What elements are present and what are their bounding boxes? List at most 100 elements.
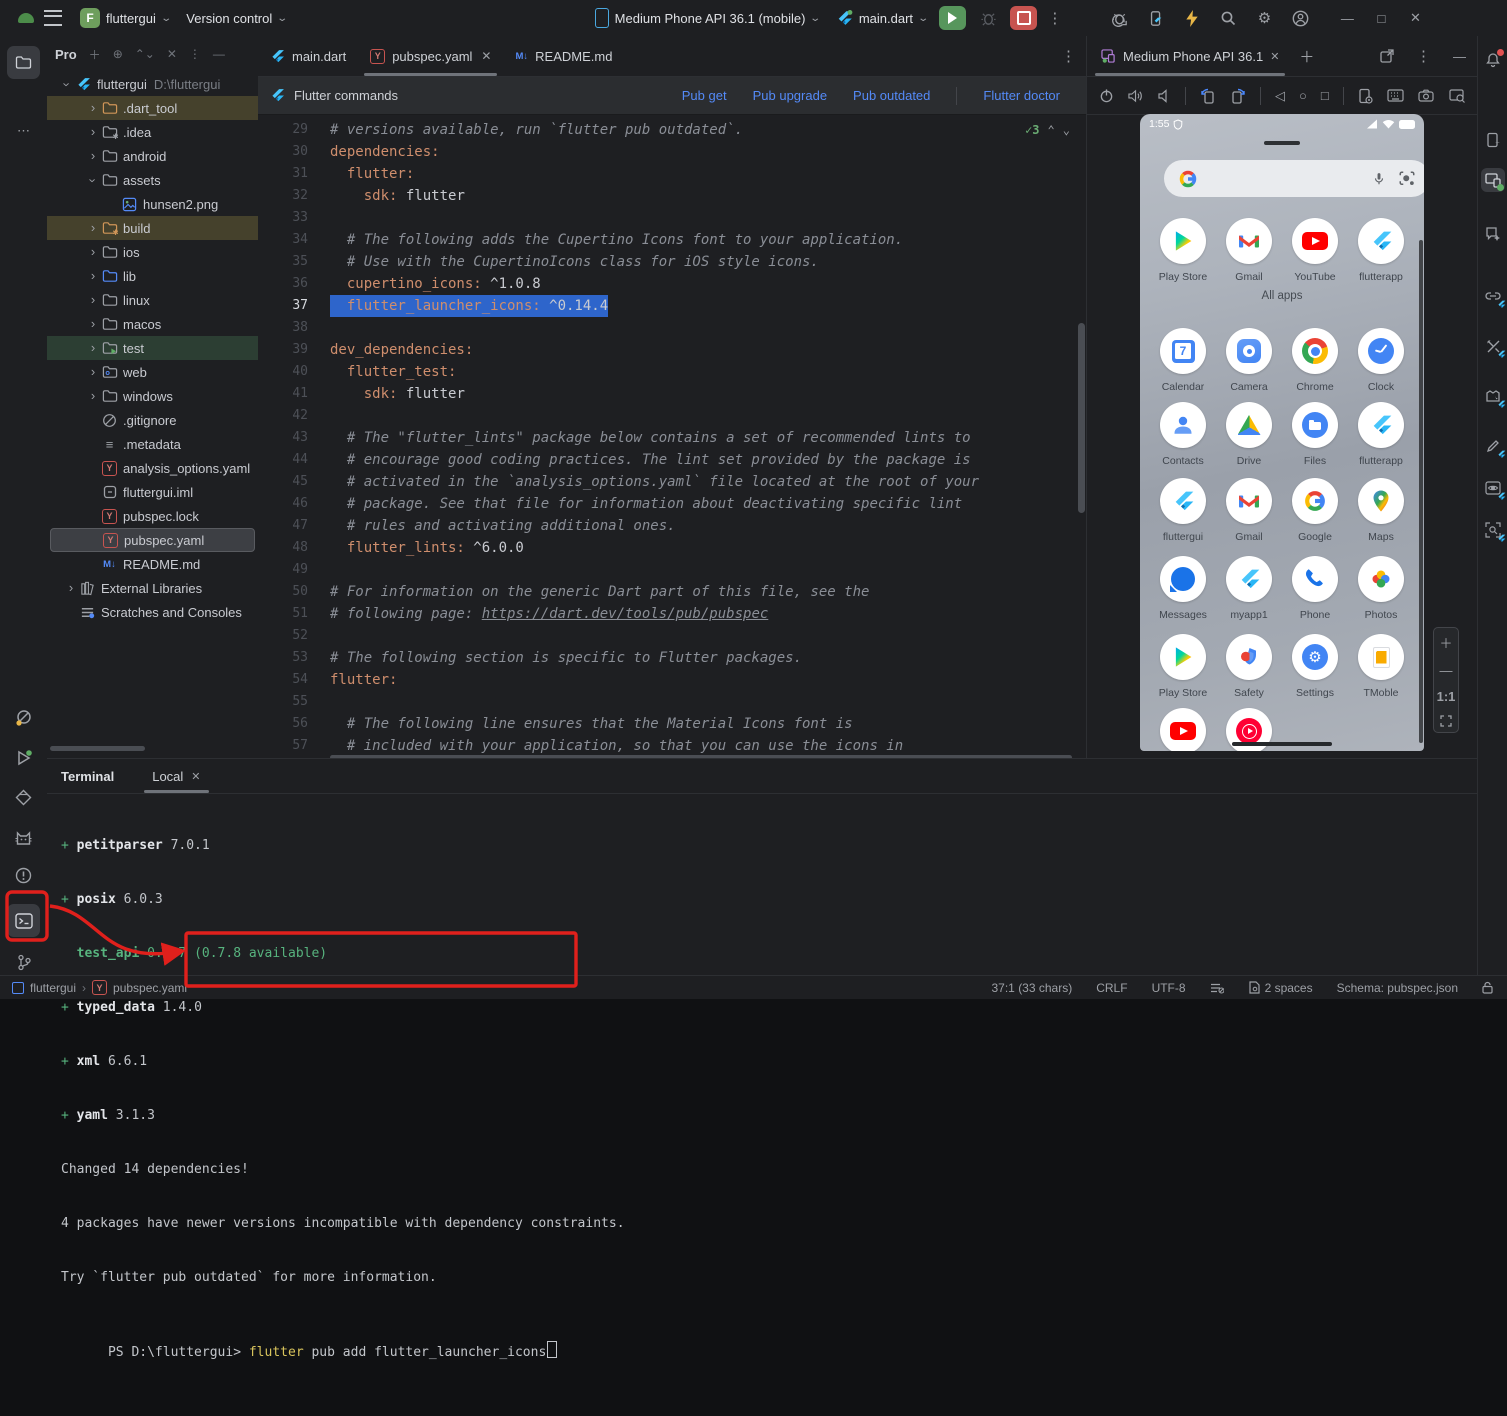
run-button[interactable] [939,6,967,30]
google-search-bar[interactable] [1164,160,1424,197]
tree-hscrollbar[interactable] [50,746,145,751]
code-line[interactable]: 34 # The following adds the Cupertino Ic… [258,229,1086,251]
code-line[interactable]: 47 # rules and activating additional one… [258,515,1086,537]
overview-icon[interactable]: □ [1321,88,1329,103]
code-line[interactable]: 55 [258,691,1086,713]
device-selector[interactable]: Medium Phone API 36.1 (mobile) ⌄ [594,8,822,28]
close-tab-icon[interactable]: ✕ [1270,50,1279,63]
code-line[interactable]: 32 sdk: flutter [258,185,1086,207]
open-in-window-icon[interactable] [1380,49,1394,63]
panel-options-icon[interactable]: ⋮ [1416,47,1431,65]
pub-get-link[interactable]: Pub get [682,88,727,103]
code-line[interactable]: 31 flutter: [258,163,1086,185]
screenshot-camera-icon[interactable] [1418,89,1434,102]
code-line[interactable]: 33 [258,207,1086,229]
app-contacts[interactable]: Contacts [1150,402,1216,467]
device-tab[interactable]: Medium Phone API 36.1 ✕ [1095,36,1286,76]
run-tool-icon[interactable] [7,741,40,774]
search-icon[interactable] [1214,6,1242,30]
lock-icon[interactable] [1482,981,1493,994]
emulator-screen[interactable]: 1:55 Play Store Gmail YouTube flutterapp… [1140,114,1424,751]
back-icon[interactable]: ◁ [1275,88,1285,104]
window-close-button[interactable]: ✕ [1398,4,1432,32]
app-myapp1[interactable]: myapp1 [1216,556,1282,621]
prev-problem-icon[interactable]: ⌃ [1048,123,1055,137]
code-line[interactable]: 54 flutter: [258,669,1086,691]
device-flutter-icon[interactable] [1142,6,1170,30]
schema-widget[interactable]: Schema: pubspec.json [1337,981,1458,995]
app-safety[interactable]: Safety [1216,634,1282,699]
app-flutterapp[interactable]: flutterapp [1348,402,1414,467]
tree-item-assets[interactable]: › assets [47,168,258,192]
app-clock[interactable]: Clock [1348,328,1414,393]
code-line[interactable]: 53 # The following section is specific to… [258,647,1086,669]
dart-analysis-icon[interactable] [7,701,40,734]
problems-icon[interactable] [7,859,40,892]
tree-item-windows[interactable]: › windows [47,384,258,408]
caret-position[interactable]: 37:1 (33 chars) [992,981,1073,995]
app-settings[interactable]: ⚙ Settings [1282,634,1348,699]
main-menu-icon[interactable] [44,10,62,26]
terminal-output[interactable]: + petitparser 7.0.1 + posix 6.0.3 test_a… [47,794,1477,1416]
tree-item-android[interactable]: › android [47,144,258,168]
app-photos[interactable]: Photos [1348,556,1414,621]
tree-item-dart-tool[interactable]: › .dart_tool [47,96,258,120]
tab-pubspec-yaml[interactable]: Y pubspec.yaml ✕ [358,36,503,76]
hide-panel-icon[interactable]: — [1453,49,1466,64]
hot-restart-icon[interactable] [1106,6,1134,30]
terminal-icon[interactable] [7,904,40,937]
zoom-in-button[interactable]: ＋ [1439,633,1452,652]
code-line[interactable]: 38 [258,317,1086,339]
tree-item-macos[interactable]: › macos [47,312,258,336]
app-google[interactable]: Google [1282,478,1348,543]
app-files[interactable]: Files [1282,402,1348,467]
tab-main-dart[interactable]: main.dart [258,36,358,76]
pub-outdated-link[interactable]: Pub outdated [853,88,930,103]
tree-item-fluttergui-iml[interactable]: fluttergui.iml [47,480,258,504]
tree-item-hunsen2-png[interactable]: hunsen2.png [47,192,258,216]
app-tmoble[interactable]: TMoble [1348,634,1414,699]
code-line[interactable]: 42 [258,405,1086,427]
flutter-doctor-link[interactable]: Flutter doctor [983,88,1060,103]
breadcrumb[interactable]: fluttergui › Y pubspec.yaml [12,980,187,995]
hide-panel-icon[interactable]: — [213,47,225,61]
tree-item-scratches[interactable]: Scratches and Consoles [47,600,258,624]
code-line[interactable]: 39 dev_dependencies: [258,339,1086,361]
flutter-view-icon[interactable] [1481,476,1506,500]
tree-item-pubspec-lock[interactable]: Y pubspec.lock [47,504,258,528]
tree-root[interactable]: › fluttergui D:\fluttergui [47,72,258,96]
code-line[interactable]: 49 [258,559,1086,581]
tree-item-external-libraries[interactable]: › External Libraries [47,576,258,600]
app-gmail[interactable]: Gmail [1216,478,1282,543]
tree-item-gitignore[interactable]: .gitignore [47,408,258,432]
settings-gear-icon[interactable]: ⚙ [1250,6,1278,30]
project-widget[interactable]: F fluttergui ⌄ [80,8,172,28]
app-phone[interactable]: Phone [1282,556,1348,621]
app-chrome[interactable]: Chrome [1282,328,1348,393]
app-maps[interactable]: Maps [1348,478,1414,543]
notifications-bell-icon[interactable] [1481,48,1505,72]
mic-icon[interactable] [1372,170,1386,188]
volume-down-icon[interactable] [1158,88,1171,103]
terminal-tab-local[interactable]: Local ✕ [144,759,209,793]
flutter-inspect-icon[interactable] [1481,518,1506,542]
code-line[interactable]: 57 # included with your application, so … [258,735,1086,757]
next-problem-icon[interactable]: ⌄ [1063,123,1070,137]
running-devices-icon[interactable] [1481,168,1505,192]
code-line[interactable]: 56 # The following line ensures that the… [258,713,1086,735]
app-drive[interactable]: Drive [1216,402,1282,467]
add-icon[interactable]: ＋ [89,46,101,63]
code-line[interactable]: 44 # encourage good coding practices. Th… [258,449,1086,471]
code-line[interactable]: 36 cupertino_icons: ^1.0.8 [258,273,1086,295]
code-editor[interactable]: 29 # versions available, run `flutter pub… [258,115,1086,763]
close-tab-icon[interactable]: ✕ [191,770,200,783]
app-youtube[interactable]: YouTube [1282,218,1348,283]
code-line[interactable]: 43 # The "flutter_lints" package below c… [258,427,1086,449]
project-tool-icon[interactable] [7,46,40,79]
volume-up-icon[interactable] [1128,89,1144,103]
tree-item-analysis-options[interactable]: Y analysis_options.yaml [47,456,258,480]
new-device-tab-icon[interactable]: ＋ [1299,46,1314,67]
display-zoom-icon[interactable] [1449,88,1466,103]
line-ending[interactable]: CRLF [1096,981,1127,995]
app-youtube[interactable] [1150,708,1216,751]
